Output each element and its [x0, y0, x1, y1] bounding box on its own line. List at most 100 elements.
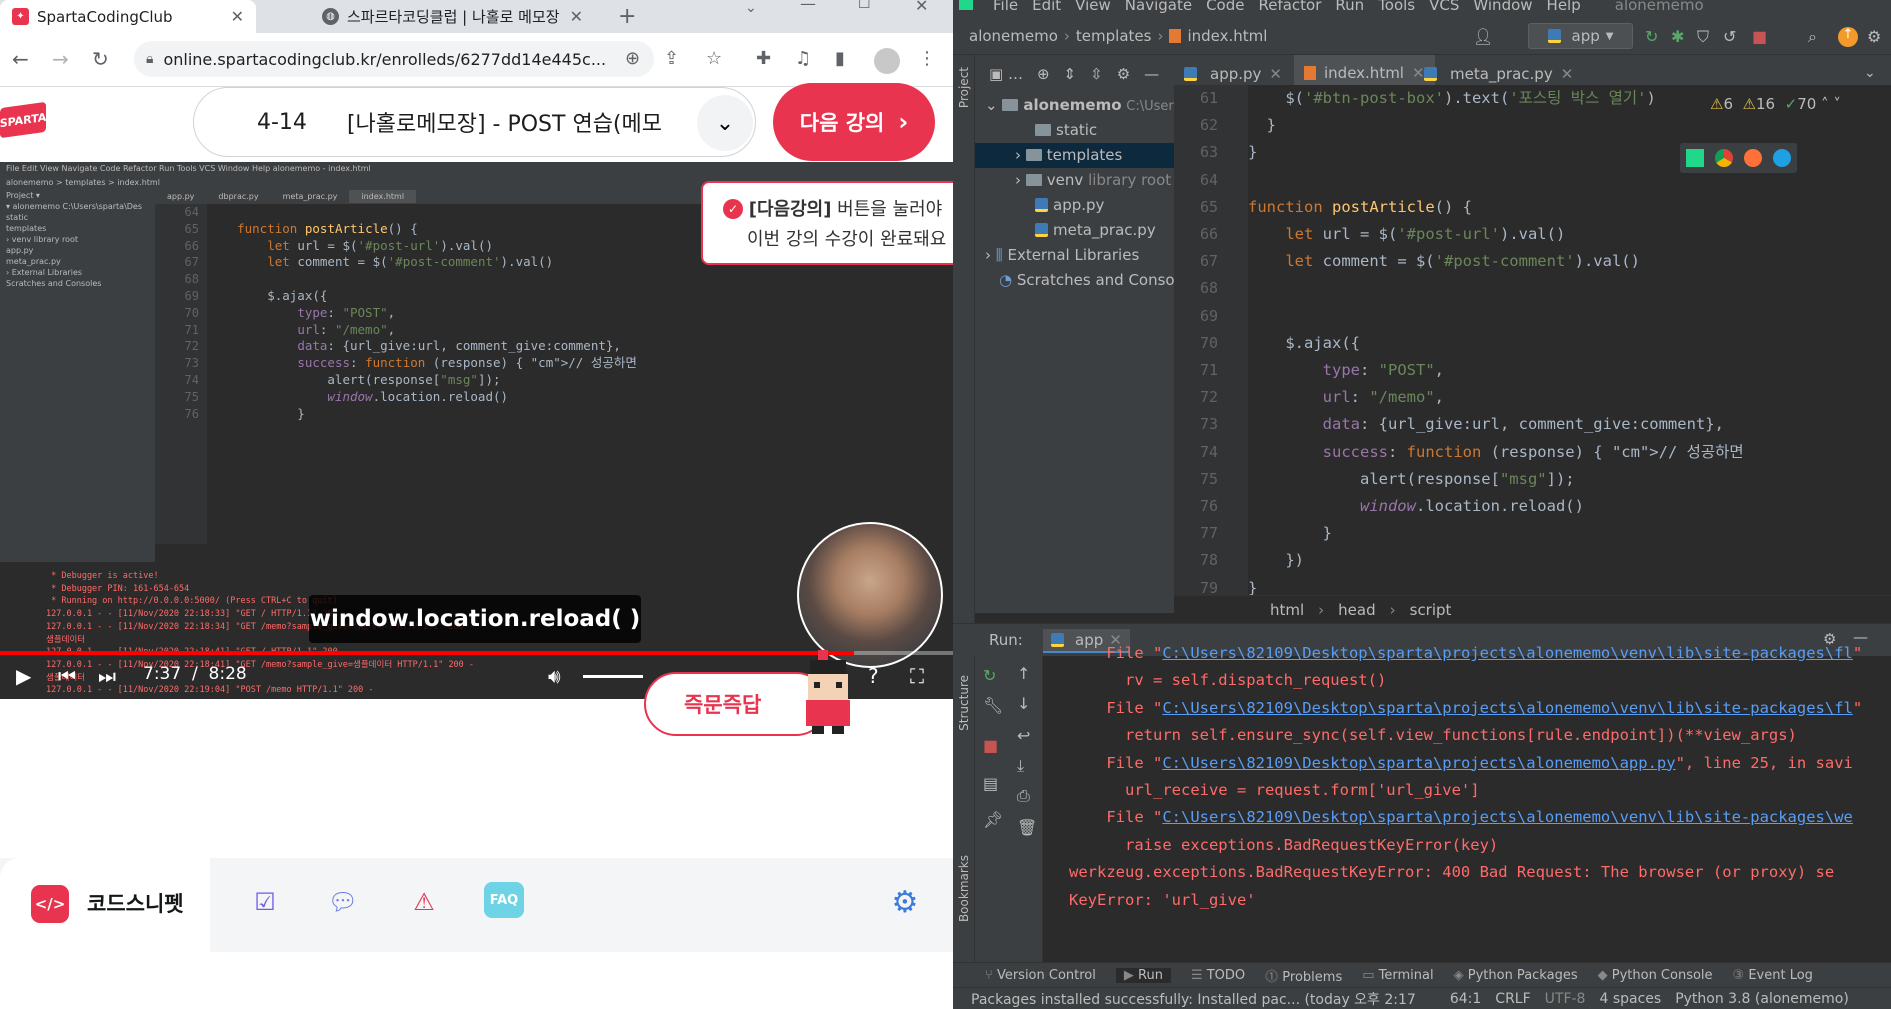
bottom-tab[interactable]: ⑂ Version Control [985, 968, 1096, 983]
menu-item[interactable]: View [1075, 0, 1111, 14]
pycharm-icon[interactable] [1685, 149, 1704, 167]
menu-item[interactable]: Tools [1378, 0, 1415, 14]
bottom-tab[interactable]: ☰ TODO [1191, 968, 1245, 983]
file-encoding[interactable]: UTF-8 [1545, 991, 1586, 1007]
reload-icon[interactable]: ↻ [92, 47, 109, 71]
tree-meta-py[interactable]: meta_prac.py [975, 218, 1174, 243]
browser-tab-sparta[interactable]: ✦ SpartaCodingClub ✕ [0, 0, 256, 33]
bottom-tab[interactable]: ③ Event Log [1733, 968, 1813, 983]
menu-item[interactable]: Edit [1032, 0, 1061, 14]
zoom-icon[interactable]: ⊕ [625, 48, 640, 69]
up-arrow-icon[interactable]: ↑ [1017, 664, 1030, 683]
close-window-icon[interactable]: ✕ [915, 0, 928, 15]
edge-icon[interactable] [1773, 149, 1792, 167]
ide-settings-icon[interactable]: ⚙ [1867, 27, 1881, 46]
bottom-tab[interactable]: ▭ Terminal [1362, 968, 1433, 983]
chrome-icon[interactable] [1714, 149, 1733, 167]
share-icon[interactable]: ⇪ [664, 48, 679, 69]
fullscreen-icon[interactable]: ⛶ [910, 664, 924, 688]
collapse-all-icon[interactable]: ⇳ [1090, 65, 1103, 83]
crumb-script[interactable]: script [1410, 601, 1452, 619]
next-icon[interactable]: ⏭︎ [98, 664, 116, 688]
menu-item[interactable]: Window [1473, 0, 1532, 14]
new-tab-button[interactable]: + [618, 4, 636, 29]
minimize-icon[interactable]: — [800, 0, 816, 13]
tree-app-py[interactable]: app.py [975, 193, 1174, 218]
chat-icon[interactable]: 💬︎ [323, 882, 363, 922]
tree-static[interactable]: static [975, 118, 1174, 143]
menu-item[interactable]: File [993, 0, 1018, 14]
back-icon[interactable]: ← [12, 47, 29, 71]
tree-templates[interactable]: › templates [975, 143, 1174, 168]
bookmarks-tool-tab[interactable]: Bookmarks [957, 855, 971, 922]
bottom-tab[interactable]: ◈ Python Packages [1454, 968, 1578, 983]
menu-item[interactable]: Help [1547, 0, 1581, 14]
down-arrow-icon[interactable]: ↓ [1017, 694, 1030, 713]
nav-folder[interactable]: templates [1076, 27, 1152, 45]
side-panel-icon[interactable]: ▮ [835, 48, 845, 69]
update-icon[interactable]: ↑ [1838, 27, 1858, 47]
faq-icon[interactable]: FAQ [484, 882, 524, 918]
stop-icon[interactable]: ■ [1752, 27, 1767, 46]
run-config-select[interactable]: app ▼ [1528, 23, 1633, 49]
code-snippet-label[interactable]: 코드스니펫 [87, 888, 184, 918]
checklist-icon[interactable]: ☑ [245, 882, 285, 922]
expand-all-icon[interactable]: ⇕ [1064, 65, 1077, 83]
print-icon[interactable]: ⎙ [1017, 786, 1030, 806]
search-icon[interactable]: ⌕ [1808, 27, 1817, 47]
help-icon[interactable]: ? [868, 664, 879, 688]
bottom-tab[interactable]: ⓵ Problems [1265, 966, 1342, 985]
pin-icon[interactable]: 📌︎ [983, 810, 1003, 829]
maximize-icon[interactable]: ☐ [858, 0, 871, 12]
bottom-tab[interactable]: ◆ Python Console [1598, 968, 1713, 983]
tree-root[interactable]: ⌄ alonememo C:\Users\821 [975, 93, 1174, 118]
chevron-down-icon[interactable]: ⌄ [697, 95, 753, 151]
firefox-icon[interactable] [1744, 149, 1763, 167]
menu-item[interactable]: Code [1206, 0, 1244, 14]
play-icon[interactable]: ▶ [16, 664, 31, 688]
address-bar[interactable]: 🔒︎ online.spartacodingclub.kr/enrolleds/… [134, 41, 654, 77]
run-console-output[interactable]: File "C:\Users\82109\Desktop\sparta\proj… [1069, 640, 1891, 960]
menu-item[interactable]: VCS [1429, 0, 1459, 14]
trash-icon[interactable]: 🗑︎ [1017, 818, 1037, 837]
tabs-menu-icon[interactable]: ⌄ [1864, 65, 1876, 81]
indent-setting[interactable]: 4 spaces [1599, 991, 1661, 1007]
menu-item[interactable]: Run [1335, 0, 1364, 14]
layout-icon[interactable]: ▤ [983, 774, 998, 793]
bottom-tab[interactable]: ▶ Run [1115, 967, 1171, 983]
user-icon[interactable]: 👤︎ [1473, 27, 1493, 46]
warning-icon[interactable]: ⚠ [404, 882, 444, 922]
project-tool-tab[interactable]: Project [957, 67, 971, 108]
more-menu-icon[interactable]: ⋮ [918, 48, 936, 69]
nav-project[interactable]: alonememo [969, 27, 1058, 45]
volume-slider[interactable] [583, 675, 643, 678]
volume-icon[interactable]: 🔊︎ [548, 664, 561, 688]
inspection-widget[interactable]: ⚠6 ⚠16 ✓70 ˄ ˅ [1710, 95, 1841, 113]
forward-icon[interactable]: → [52, 47, 69, 71]
bookmark-star-icon[interactable]: ☆ [706, 48, 722, 69]
nav-file[interactable]: index.html [1187, 27, 1267, 45]
tab-search-icon[interactable]: ⌄ [745, 0, 757, 16]
coverage-icon[interactable]: ⛉ [1697, 27, 1709, 47]
scroll-to-end-icon[interactable]: ⤓ [1017, 756, 1024, 776]
profile-avatar[interactable] [874, 48, 900, 74]
crumb-html[interactable]: html [1270, 601, 1304, 619]
close-tab-icon[interactable]: ✕ [570, 7, 583, 26]
extensions-icon[interactable]: ✚ [756, 48, 771, 69]
project-view-select[interactable]: ▣ … [989, 65, 1023, 83]
cursor-position[interactable]: 64:1 [1450, 991, 1481, 1007]
line-separator[interactable]: CRLF [1495, 991, 1530, 1007]
next-lecture-button[interactable]: 다음 강의 › [773, 83, 935, 161]
structure-tool-tab[interactable]: Structure [957, 675, 971, 731]
browser-tab-memo[interactable]: ◍ 스파르타코딩클럽 | 나홀로 메모장 ✕ [310, 0, 595, 33]
menu-item[interactable]: Navigate [1125, 0, 1192, 14]
rerun-icon[interactable]: ↻ [1645, 27, 1658, 46]
crumb-head[interactable]: head [1338, 601, 1375, 619]
media-icon[interactable]: ♫ [795, 48, 811, 69]
profile-icon[interactable]: ↺ [1723, 27, 1736, 46]
lecture-selector[interactable]: 4-14 [나홀로메모장] - POST 연습(메모 [193, 87, 756, 157]
tree-scratches[interactable]: ◔ Scratches and Consoles [975, 268, 1174, 293]
locate-icon[interactable]: ⊕ [1037, 65, 1050, 83]
stop-icon[interactable]: ■ [983, 736, 998, 755]
options-gear-icon[interactable]: ⚙ [1117, 65, 1130, 83]
